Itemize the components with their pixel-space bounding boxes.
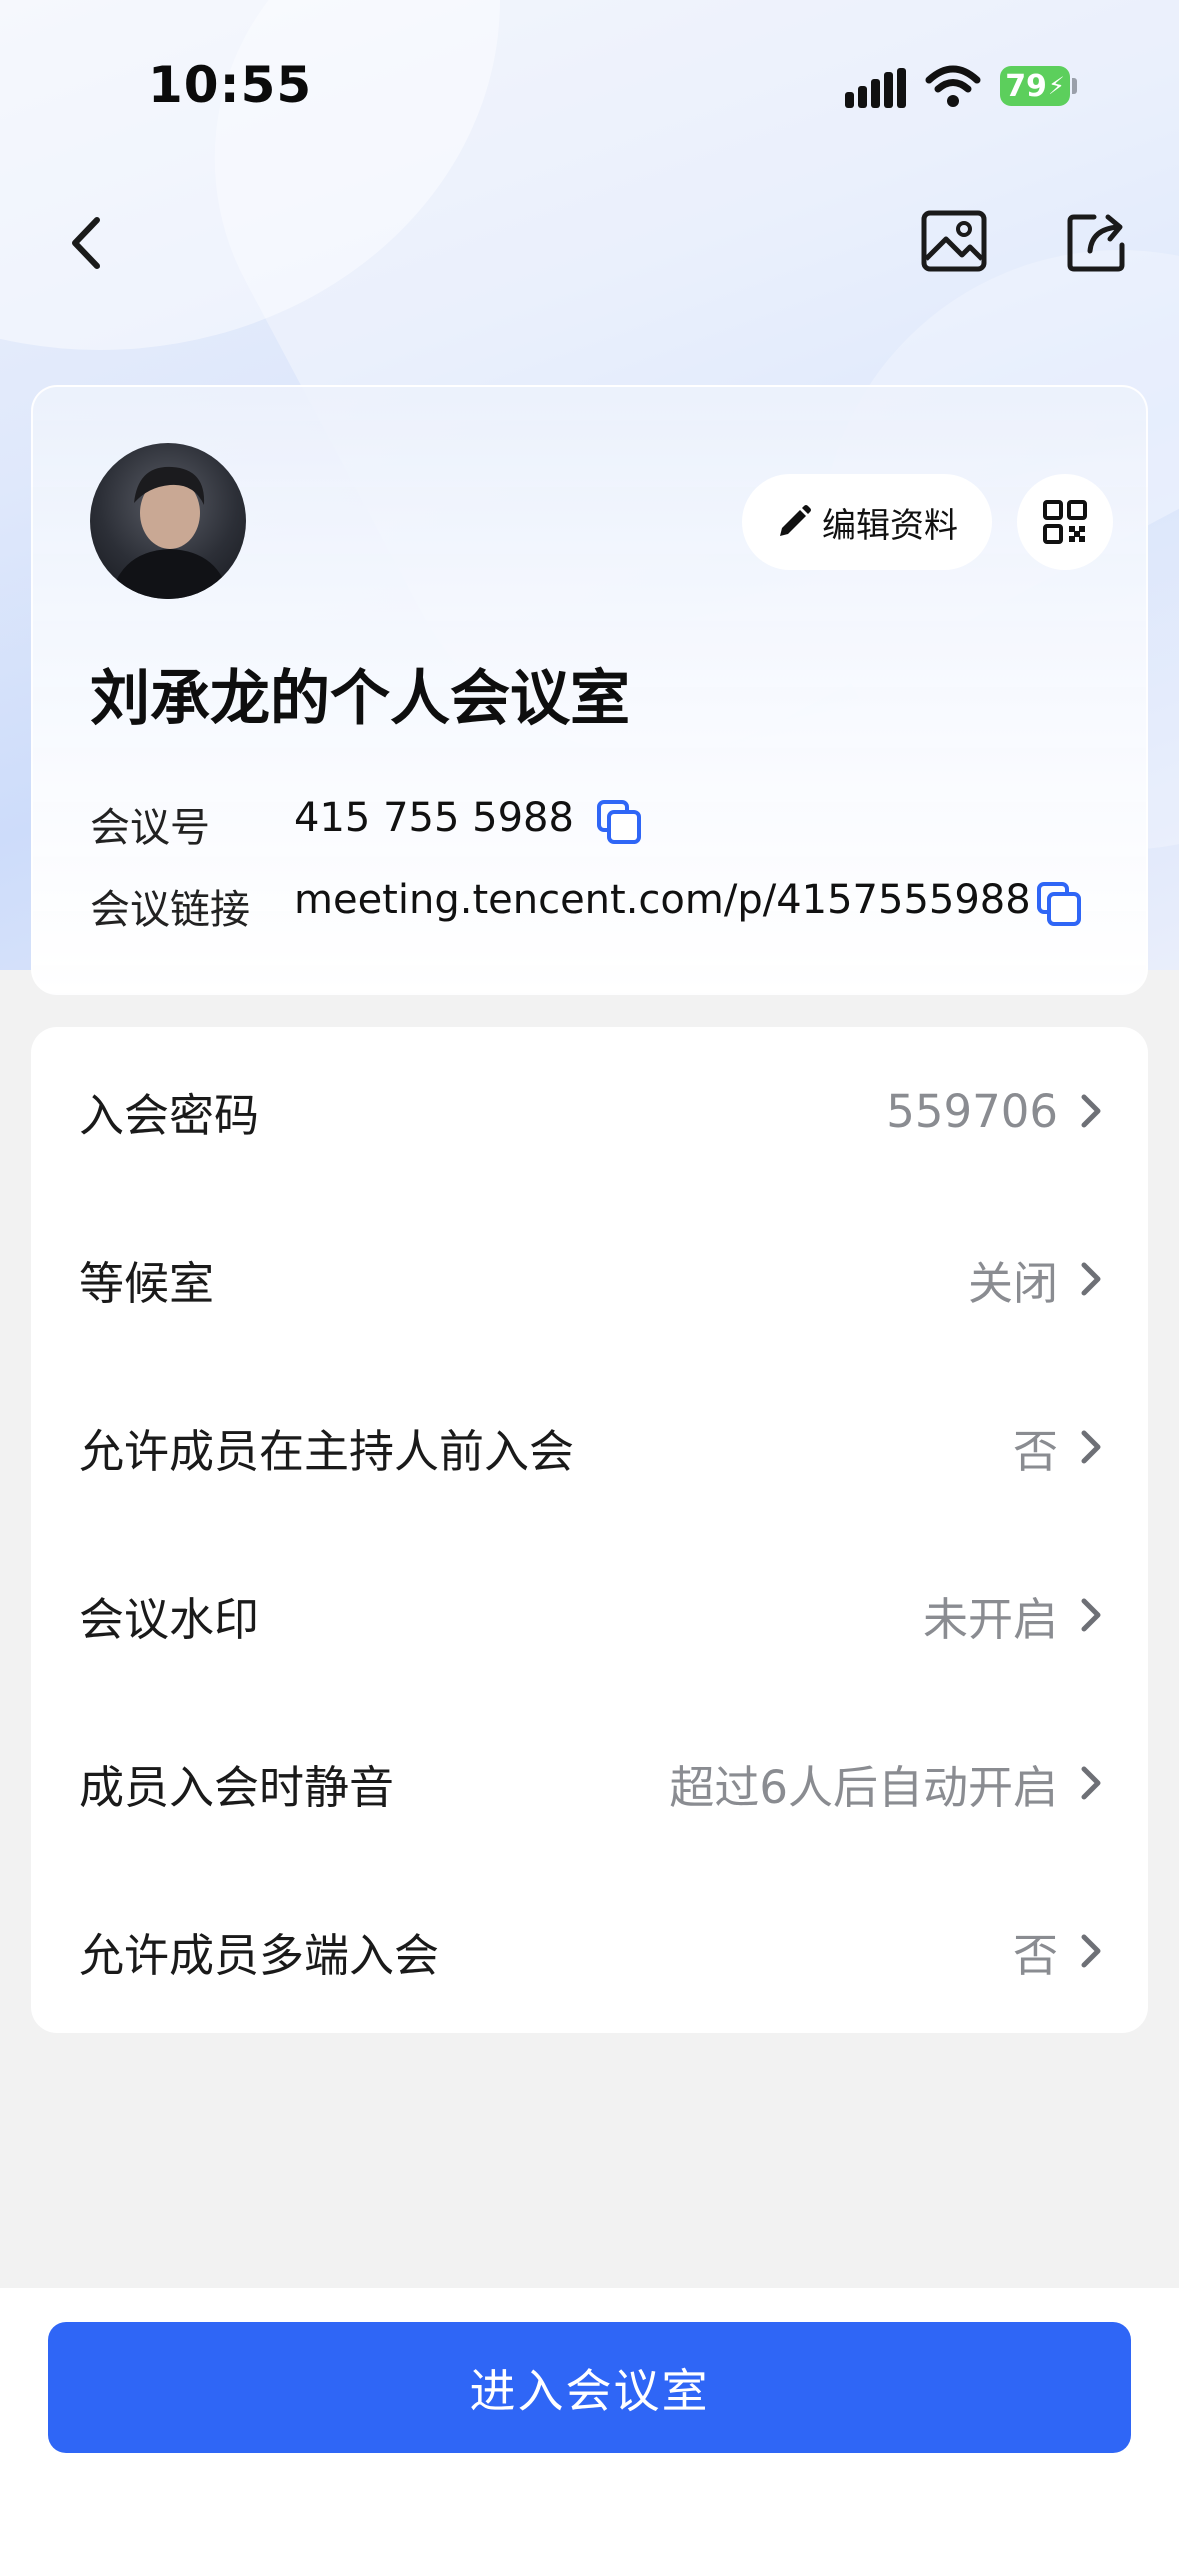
battery-level: 79 [1005, 68, 1047, 104]
meeting-link-label: 会议链接 [90, 887, 250, 933]
setting-row-password[interactable]: 入会密码 559706 [31, 1027, 1148, 1195]
copy-link-icon[interactable] [1037, 882, 1081, 926]
qr-code-icon [1043, 500, 1087, 544]
chevron-right-icon [1081, 1766, 1101, 1800]
setting-label: 允许成员在主持人前入会 [79, 1424, 575, 1478]
setting-label: 等候室 [79, 1256, 215, 1310]
setting-label: 成员入会时静音 [79, 1760, 395, 1814]
edit-profile-label: 编辑资料 [822, 505, 958, 546]
setting-row-watermark[interactable]: 会议水印 未开启 [31, 1531, 1148, 1699]
cellular-signal-icon [845, 68, 906, 108]
background-image-button[interactable] [916, 206, 992, 276]
chevron-right-icon [1081, 1598, 1101, 1632]
chevron-right-icon [1081, 1934, 1101, 1968]
pencil-icon [780, 505, 811, 536]
battery-indicator: 79 ⚡ [1000, 66, 1070, 106]
settings-list: 入会密码 559706 等候室 关闭 允许成员在主持人前入会 否 会议水印 未开… [31, 1027, 1148, 2033]
avatar[interactable] [90, 443, 246, 599]
chevron-right-icon [1081, 1094, 1101, 1128]
setting-value: 否 [1012, 1928, 1058, 1982]
qr-code-button[interactable] [1017, 474, 1113, 570]
chevron-right-icon [1081, 1262, 1101, 1296]
setting-value: 否 [1012, 1424, 1058, 1478]
copy-meeting-id-icon[interactable] [597, 800, 641, 844]
meeting-id-label: 会议号 [90, 805, 210, 851]
edit-profile-button[interactable]: 编辑资料 [742, 474, 992, 570]
meeting-id-value: 415 755 5988 [294, 795, 574, 841]
back-button[interactable] [56, 210, 116, 276]
chevron-left-icon [72, 217, 100, 269]
setting-label: 允许成员多端入会 [79, 1928, 440, 1982]
setting-value: 关闭 [967, 1256, 1058, 1310]
chevron-right-icon [1081, 1430, 1101, 1464]
battery-tip [1072, 78, 1077, 94]
wifi-icon [925, 65, 981, 107]
setting-label: 会议水印 [79, 1592, 260, 1646]
setting-row-multi-device[interactable]: 允许成员多端入会 否 [31, 1867, 1148, 2035]
room-title: 刘承龙的个人会议室 [90, 664, 630, 734]
enter-meeting-room-button[interactable]: 进入会议室 [48, 2322, 1131, 2453]
setting-row-mute-on-join[interactable]: 成员入会时静音 超过6人后自动开启 [31, 1699, 1148, 1867]
setting-row-waiting-room[interactable]: 等候室 关闭 [31, 1195, 1148, 1363]
share-button[interactable] [1058, 204, 1134, 278]
setting-value: 超过6人后自动开启 [669, 1760, 1058, 1814]
setting-value: 559706 [886, 1084, 1058, 1138]
avatar-photo [110, 466, 230, 599]
status-time: 10:55 [148, 56, 313, 114]
setting-label: 入会密码 [79, 1088, 260, 1142]
share-icon [1067, 214, 1125, 272]
setting-row-join-before-host[interactable]: 允许成员在主持人前入会 否 [31, 1363, 1148, 1531]
charging-bolt-icon: ⚡ [1047, 72, 1065, 100]
meeting-link-value: meeting.tencent.com/p/4157555988 [294, 877, 1031, 923]
image-icon [921, 210, 987, 272]
setting-value: 未开启 [922, 1592, 1058, 1646]
